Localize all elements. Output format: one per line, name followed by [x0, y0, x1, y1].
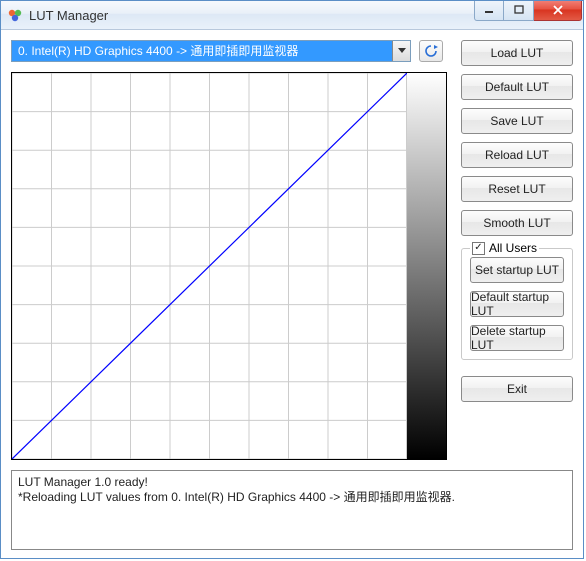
chevron-down-icon[interactable]: [392, 41, 410, 61]
app-window: LUT Manager 0. Intel(R) HD Graphics 4400…: [0, 0, 584, 559]
refresh-icon: [423, 43, 439, 59]
reload-lut-button[interactable]: Reload LUT: [461, 142, 573, 168]
window-title: LUT Manager: [29, 8, 108, 23]
save-lut-button[interactable]: Save LUT: [461, 108, 573, 134]
button-panel: Load LUT Default LUT Save LUT Reload LUT…: [447, 40, 573, 402]
minimize-button[interactable]: [474, 1, 504, 21]
log-line: LUT Manager 1.0 ready!: [18, 475, 566, 490]
refresh-button[interactable]: [419, 40, 443, 62]
close-button[interactable]: [534, 1, 582, 21]
client-area: 0. Intel(R) HD Graphics 4400 -> 通用即插即用监视…: [1, 30, 583, 558]
log-output: LUT Manager 1.0 ready! *Reloading LUT va…: [11, 470, 573, 550]
default-startup-lut-button[interactable]: Default startup LUT: [470, 291, 564, 317]
titlebar[interactable]: LUT Manager: [1, 1, 583, 30]
set-startup-lut-button[interactable]: Set startup LUT: [470, 257, 564, 283]
delete-startup-lut-button[interactable]: Delete startup LUT: [470, 325, 564, 351]
all-users-label: All Users: [489, 241, 537, 255]
smooth-lut-button[interactable]: Smooth LUT: [461, 210, 573, 236]
all-users-checkbox[interactable]: ✓: [472, 242, 485, 255]
load-lut-button[interactable]: Load LUT: [461, 40, 573, 66]
exit-button[interactable]: Exit: [461, 376, 573, 402]
lut-chart: [12, 73, 406, 459]
device-select[interactable]: 0. Intel(R) HD Graphics 4400 -> 通用即插即用监视…: [11, 40, 411, 62]
reset-lut-button[interactable]: Reset LUT: [461, 176, 573, 202]
maximize-button[interactable]: [504, 1, 534, 21]
device-select-value: 0. Intel(R) HD Graphics 4400 -> 通用即插即用监视…: [12, 41, 392, 61]
lut-chart-container: [11, 72, 447, 460]
default-lut-button[interactable]: Default LUT: [461, 74, 573, 100]
all-users-group: ✓ All Users Set startup LUT Default star…: [461, 248, 573, 360]
log-line: *Reloading LUT values from 0. Intel(R) H…: [18, 490, 566, 505]
window-controls: [474, 1, 582, 21]
gradient-scale: [406, 73, 446, 459]
app-icon: [7, 7, 23, 23]
